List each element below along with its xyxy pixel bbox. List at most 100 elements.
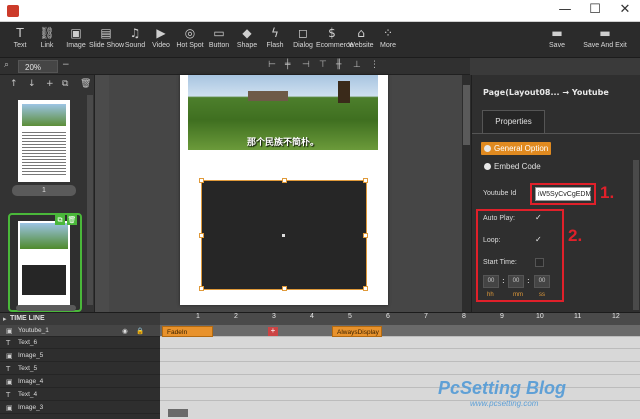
toolbar-dialog-button[interactable]: ◻ Dialog [291,25,315,55]
youtube-video-object[interactable] [199,178,368,291]
timeline-ruler[interactable]: 1 2 3 4 5 6 7 8 9 10 11 12 [160,313,640,325]
vertical-ruler [95,75,109,312]
tick-label: 8 [462,313,466,320]
watermark-logo: PcSetting Blog [438,378,567,398]
always-display-effect[interactable]: AlwaysDisplay [332,326,382,337]
resize-handle-t[interactable] [282,178,287,183]
page-thumbnail-2-selected[interactable]: ⧉ 🗑 [8,213,82,312]
page-paper[interactable]: 那个民族不简朴。 [180,75,388,305]
toolbar-sound-button[interactable]: ♫ Sound [123,25,147,55]
page-label-1[interactable]: 1 [12,185,76,196]
toolbar-button-button[interactable]: ▭ Button [207,25,231,55]
image-icon: ▣ [6,378,13,386]
fadein-effect[interactable]: FadeIn [162,326,213,337]
move-up-icon[interactable]: ↑ [10,79,18,89]
title-bar: — ☐ ✕ [0,0,640,22]
toolbar-flash-button[interactable]: ϟ Flash [263,25,287,55]
toolbar-slideshow-button[interactable]: ▤ Slide Show [89,25,124,55]
distribute-icon[interactable]: ⋮ [370,60,379,70]
delete-page-icon[interactable]: 🗑 [80,79,91,89]
add-page-icon[interactable]: + [46,79,54,89]
align-left-icon[interactable]: ⊢ [268,60,276,70]
close-button[interactable]: ✕ [610,0,640,22]
timeline-lane[interactable] [160,337,640,349]
timeline-expand-icon[interactable]: ▸ [3,315,7,323]
save-icon: ▬ [551,26,563,40]
toolbar-ecommerce-button[interactable]: $ Ecommerce [316,25,353,55]
eye-icon[interactable]: ◉ [122,325,128,337]
canvas-scrollbar[interactable] [462,75,471,312]
app-icon [7,5,19,17]
toolbar-hotspot-button[interactable]: ◎ Hot Spot [176,25,204,55]
timeline-lane[interactable] [160,389,640,401]
toolbar-link-button[interactable]: ⛓ Link [36,25,58,55]
toolbar-text-button[interactable]: T Text [8,25,32,55]
resize-handle-bl[interactable] [199,286,204,291]
image-icon: ▣ [6,404,13,412]
toolbar-video-button[interactable]: ▶ Video [149,25,173,55]
dialog-icon: ◻ [298,26,308,40]
duplicate-page-icon[interactable]: ⧉ [62,79,68,89]
website-icon: ⌂ [357,26,365,40]
tab-properties[interactable]: Properties [482,110,545,134]
tick-label: 4 [310,313,314,320]
annotation-number-1: 1. [600,183,615,202]
general-option-radio[interactable]: General Option [481,142,551,155]
embed-code-radio[interactable]: Embed Code [481,161,551,173]
timeline-title: TIME LINE [10,315,45,322]
page-thumbnail-1[interactable] [18,100,70,182]
track-row-selected[interactable]: ▣ Youtube_1 ◉ 🔒 [0,325,160,337]
timeline-lanes[interactable]: FadeIn + AlwaysDisplay [160,325,640,419]
save-and-exit-button[interactable]: ▬ Save And Exit [580,25,630,55]
delete-page-green-icon[interactable]: 🗑 [67,215,77,225]
tick-label: 12 [612,313,620,320]
track-row[interactable]: T Text_6 [0,337,160,349]
toolbar-website-button[interactable]: ⌂ Website [348,25,374,55]
toolbar-shape-button[interactable]: ◆ Shape [235,25,259,55]
tick-label: 7 [424,313,428,320]
copy-page-icon[interactable]: ⧉ [55,215,65,225]
tick-label: 2 [234,313,238,320]
timeline-lane[interactable] [160,350,640,362]
maximize-button[interactable]: ☐ [580,0,610,22]
page-list-scrollbar[interactable] [87,95,93,305]
move-down-icon[interactable]: ↓ [28,79,36,89]
align-middle-icon[interactable]: ╫ [336,60,341,70]
resize-handle-tr[interactable] [363,178,368,183]
resize-handle-br[interactable] [363,286,368,291]
resize-handle-l[interactable] [199,233,204,238]
align-right-icon[interactable]: ⊣ [302,60,310,70]
toolbar-more-button[interactable]: ⁘ More [376,25,400,55]
resize-handle-b[interactable] [282,286,287,291]
zoom-out-icon[interactable]: − [62,60,70,70]
track-row[interactable]: ▣ Image_3 [0,402,160,414]
canvas-scroll-thumb[interactable] [463,85,470,145]
properties-scrollbar[interactable] [633,160,639,310]
track-row[interactable]: ▣ Image_4 [0,376,160,388]
align-center-icon[interactable]: ╪ [285,60,290,70]
save-button[interactable]: ▬ Save [544,25,570,55]
resize-handle-r[interactable] [363,233,368,238]
zoom-select[interactable]: 20% [18,60,58,73]
track-row[interactable]: ▣ Image_5 [0,350,160,362]
youtube-id-label: Youtube Id [483,190,517,197]
add-effect-button[interactable]: + [268,327,278,336]
track-row[interactable]: T Text_4 [0,389,160,401]
track-row[interactable]: T Text_5 [0,363,160,375]
minimize-button[interactable]: — [550,0,580,22]
timeline-lane-selected[interactable]: FadeIn + AlwaysDisplay [160,325,640,337]
timeline-lane[interactable] [160,363,640,375]
timeline-lane[interactable] [160,376,640,388]
annotation-number-2: 2. [568,226,583,245]
timeline-track-list: ▣ Youtube_1 ◉ 🔒 T Text_6 ▣ Image_5 T Text_5 … [0,325,160,419]
align-bottom-icon[interactable]: ⊥ [353,60,361,70]
hotspot-icon: ◎ [184,26,196,40]
lock-icon[interactable]: 🔒 [136,325,144,337]
landscape-image[interactable]: 那个民族不简朴。 [188,75,378,150]
center-point [282,234,285,237]
align-top-icon[interactable]: ⊤ [319,60,327,70]
timeline-scroll-thumb[interactable] [168,409,188,417]
resize-handle-tl[interactable] [199,178,204,183]
slideshow-icon: ▤ [100,26,112,40]
toolbar-image-button[interactable]: ▣ Image [64,25,88,55]
